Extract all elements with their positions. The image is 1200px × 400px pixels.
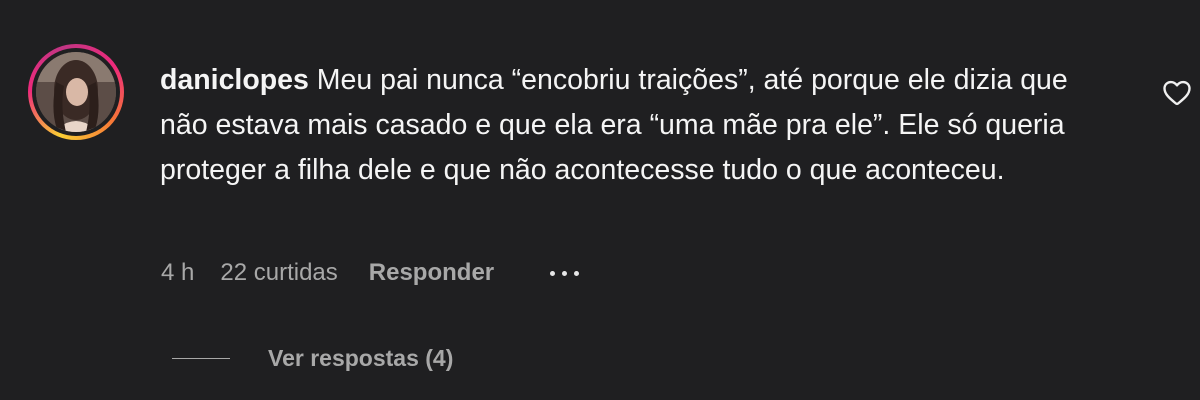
avatar[interactable]: [28, 44, 124, 140]
comment-text: daniclopes Meu pai nunca “encobriu traiç…: [160, 58, 1120, 193]
view-replies-button[interactable]: Ver respostas (4): [172, 342, 453, 374]
avatar-photo: [36, 52, 116, 132]
timestamp: 4 h: [161, 259, 195, 286]
likes-count[interactable]: 22 curtidas: [220, 259, 337, 287]
comment-meta: 4 h 22 curtidas Responder: [161, 257, 580, 289]
reply-button[interactable]: Responder: [369, 259, 494, 287]
username-link[interactable]: daniclopes: [160, 64, 309, 96]
heart-outline-icon: [1163, 80, 1191, 106]
more-options-icon[interactable]: [550, 258, 580, 288]
like-button[interactable]: [1162, 78, 1192, 106]
divider-line: [172, 357, 230, 359]
comment-item: daniclopes Meu pai nunca “encobriu traiç…: [0, 0, 1200, 400]
view-replies-label: Ver respostas (4): [268, 344, 454, 371]
